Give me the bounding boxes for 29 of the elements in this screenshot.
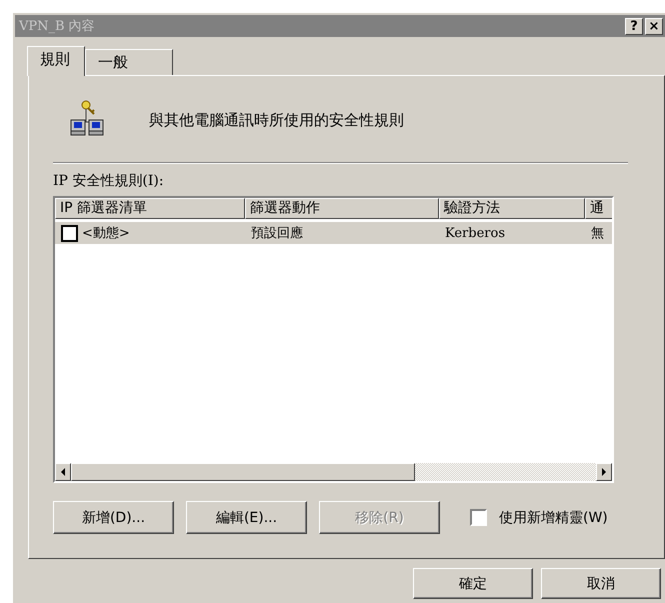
scroll-left-button[interactable] [55,463,71,481]
scrollbar-thumb[interactable] [71,463,415,481]
table-cell: Kerberos [445,226,505,240]
table-cell-text: 預設回應 [251,225,303,242]
table-cell-text: <動態> [82,225,130,242]
checkbox[interactable] [61,224,78,242]
left-arrow-icon [60,468,66,476]
table-cell-text: 無 [591,225,604,242]
rules-label: IP 安全性規則(I): [53,172,165,190]
close-button[interactable]: × [645,18,663,34]
table-row[interactable]: <動態> 預設回應 Kerberos 無 [55,222,612,244]
column-header[interactable]: 通 [585,198,612,219]
dialog-button[interactable]: 確定 [413,568,533,599]
help-button[interactable]: ? [625,18,643,34]
window-title: VPN_B 內容 [18,18,95,35]
tab[interactable]: 一般 [85,49,173,75]
tab[interactable]: 規則 [27,46,85,76]
scroll-right-button[interactable] [596,463,612,481]
column-header[interactable]: 篩選器動作 [245,198,439,219]
dialog-button[interactable]: 取消 [541,568,661,599]
column-header[interactable]: IP 篩選器清單 [55,198,245,219]
right-arrow-icon [601,468,607,476]
checkbox-label: 使用新增精靈(W) [499,508,608,526]
action-button[interactable]: 新增(D)... [53,501,174,534]
horizontal-scrollbar[interactable] [55,463,612,481]
description-text: 與其他電腦通訊時所使用的安全性規則 [149,110,404,130]
column-header[interactable]: 驗證方法 [439,198,585,219]
action-button[interactable]: 編輯(E)... [186,501,307,534]
checkbox[interactable] [470,509,487,526]
